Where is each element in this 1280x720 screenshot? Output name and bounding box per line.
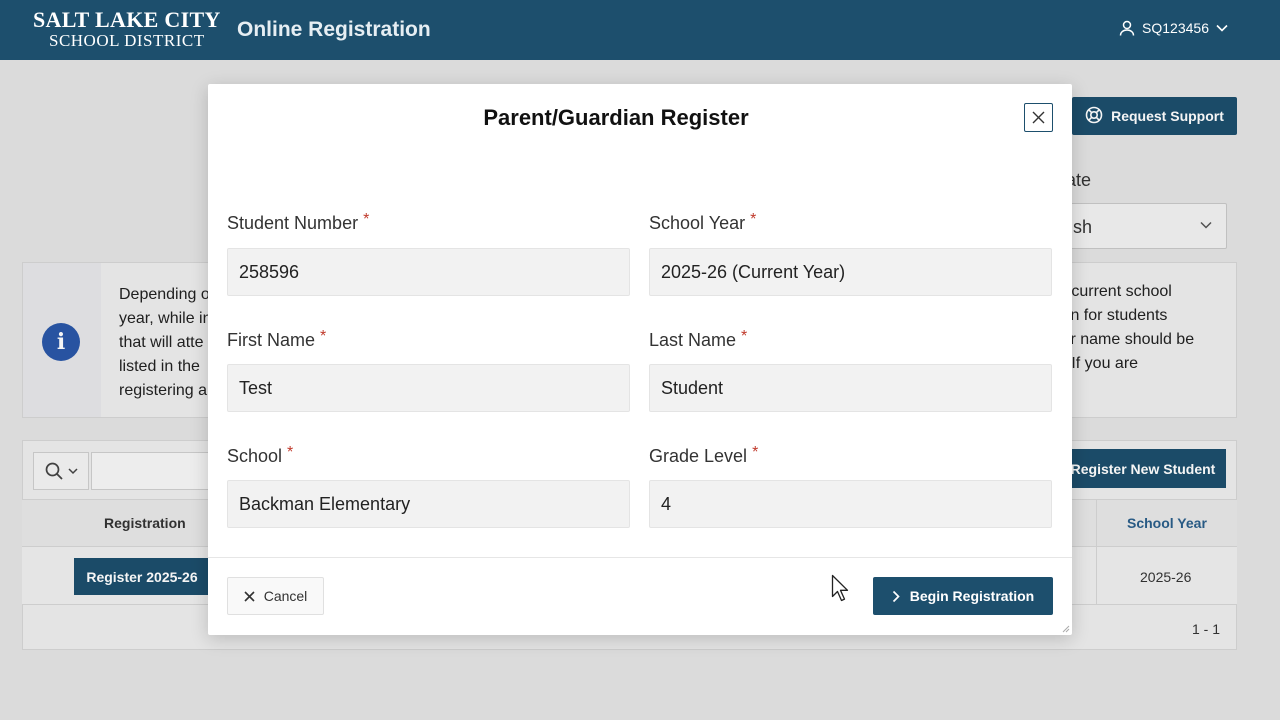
close-dialog-button[interactable] bbox=[1024, 103, 1053, 132]
label-text: First Name bbox=[227, 330, 316, 350]
school-field[interactable]: Backman Elementary bbox=[227, 480, 630, 528]
cancel-button[interactable]: Cancel bbox=[227, 577, 324, 615]
chevron-down-icon bbox=[1216, 24, 1228, 32]
close-icon bbox=[1032, 111, 1045, 124]
first-name-field[interactable]: Test bbox=[227, 364, 630, 412]
close-icon bbox=[244, 590, 255, 602]
begin-registration-button[interactable]: Begin Registration bbox=[873, 577, 1053, 615]
logo-line-1: SALT LAKE CITY bbox=[33, 7, 221, 32]
register-dialog: Parent/Guardian Register Student Number *… bbox=[208, 84, 1072, 635]
top-bar: SALT LAKE CITY SCHOOL DISTRICT Online Re… bbox=[0, 0, 1280, 60]
label-text: School Year bbox=[649, 213, 746, 233]
last-name-label: Last Name * bbox=[649, 328, 748, 351]
district-logo[interactable]: SALT LAKE CITY SCHOOL DISTRICT bbox=[33, 7, 221, 50]
dialog-footer-divider bbox=[208, 557, 1072, 558]
resize-grip-icon[interactable] bbox=[1060, 623, 1070, 633]
last-name-field[interactable]: Student bbox=[649, 364, 1052, 412]
app-title: Online Registration bbox=[237, 18, 431, 41]
chevron-right-icon bbox=[892, 590, 900, 602]
logo-line-2: SCHOOL DISTRICT bbox=[48, 31, 205, 50]
school-label: School * bbox=[227, 444, 294, 467]
mouse-cursor-icon bbox=[831, 574, 849, 602]
required-marker: * bbox=[320, 328, 327, 345]
label-text: Last Name bbox=[649, 330, 737, 350]
user-menu[interactable]: SQ123456 bbox=[1119, 20, 1228, 36]
required-marker: * bbox=[287, 444, 294, 461]
grade-level-label: Grade Level * bbox=[649, 444, 759, 467]
begin-registration-label: Begin Registration bbox=[909, 588, 1035, 604]
label-text: Student Number bbox=[227, 213, 359, 233]
first-name-label: First Name * bbox=[227, 328, 327, 351]
required-marker: * bbox=[750, 211, 757, 228]
dialog-title: Parent/Guardian Register bbox=[483, 105, 749, 130]
student-number-field[interactable]: 258596 bbox=[227, 248, 630, 296]
required-marker: * bbox=[741, 328, 748, 345]
required-marker: * bbox=[363, 211, 370, 228]
cancel-label: Cancel bbox=[263, 588, 308, 604]
student-number-label: Student Number * bbox=[227, 211, 370, 234]
label-text: School bbox=[227, 446, 283, 466]
required-marker: * bbox=[752, 444, 759, 461]
user-icon bbox=[1119, 20, 1135, 36]
grade-level-field[interactable]: 4 bbox=[649, 480, 1052, 528]
user-id: SQ123456 bbox=[1142, 20, 1209, 36]
school-year-label: School Year * bbox=[649, 211, 757, 234]
label-text: Grade Level bbox=[649, 446, 748, 466]
school-year-field[interactable]: 2025-26 (Current Year) bbox=[649, 248, 1052, 296]
